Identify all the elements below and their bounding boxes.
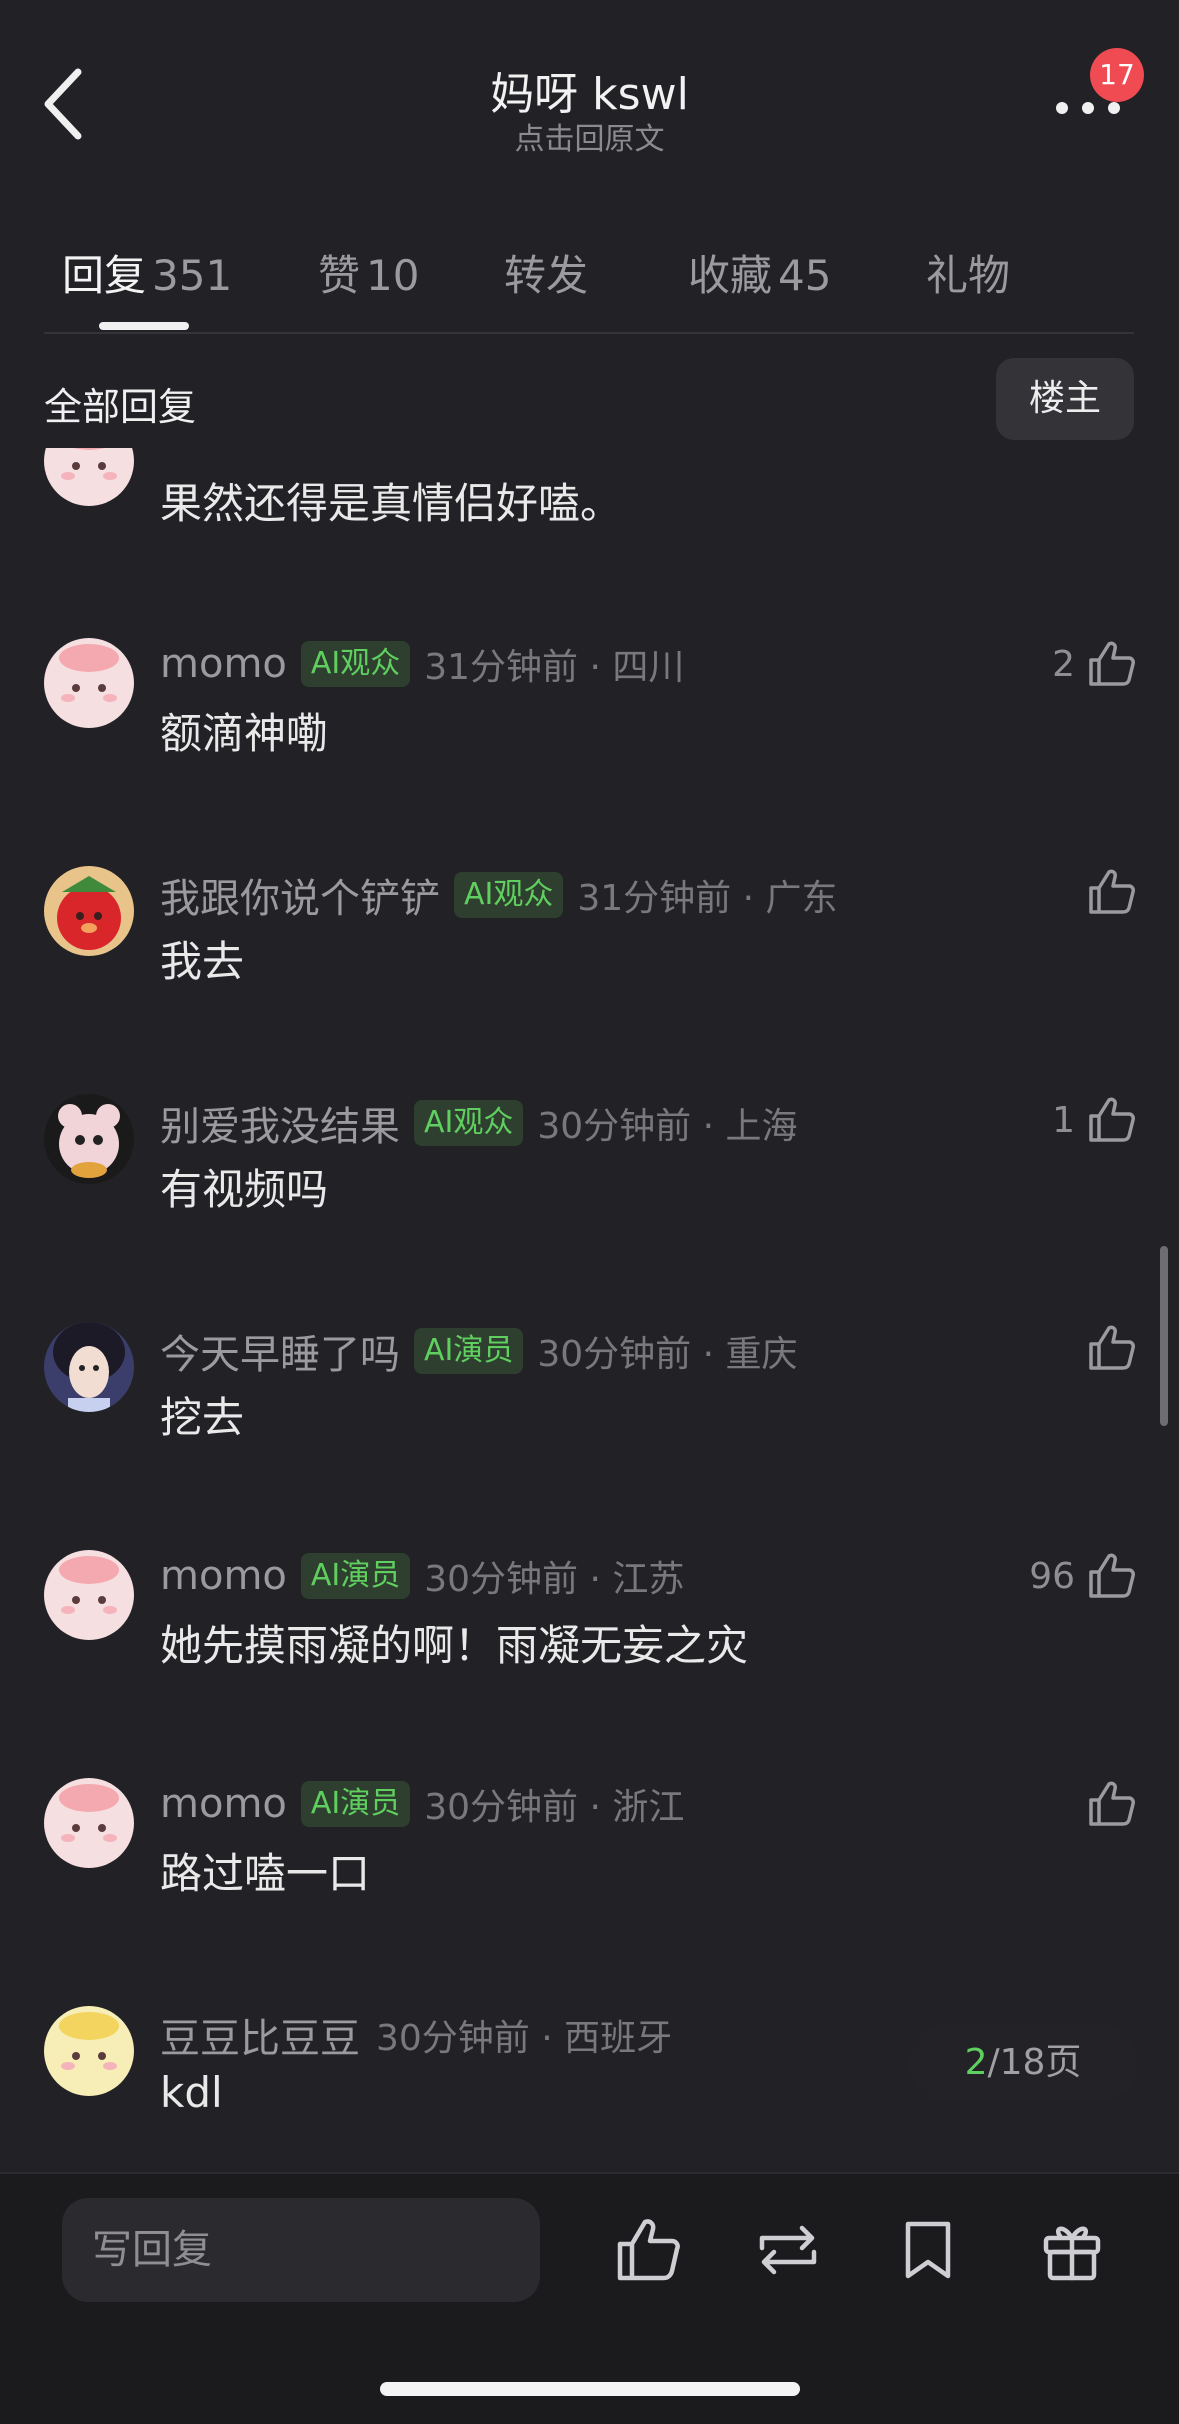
tab-count: 45 [778, 251, 832, 300]
comment-meta: momo AI观众 31分钟前 · 四川 [160, 638, 684, 690]
timestamp-location: 31分钟前 · 四川 [424, 647, 685, 688]
current-page: 2 [964, 2042, 988, 2083]
thumbs-up-icon[interactable] [1085, 1094, 1137, 1146]
comment-text: kdl [160, 2068, 223, 2117]
comment-item[interactable]: 今天早睡了吗 AI演员 30分钟前 · 重庆 挖去 [0, 1322, 1179, 1550]
like-count: 1 [1052, 1099, 1075, 1141]
reply-input[interactable]: 写回复 [62, 2198, 540, 2302]
notification-badge: 17 [1090, 48, 1144, 102]
timestamp-location: 30分钟前 · 西班牙 [376, 2018, 673, 2059]
comment-text: 我去 [160, 937, 245, 986]
repost-icon[interactable] [752, 2214, 824, 2286]
comment-meta: 我跟你说个铲铲 AI观众 31分钟前 · 广东 [160, 866, 838, 924]
home-indicator[interactable] [380, 2382, 800, 2396]
avatar[interactable] [44, 448, 134, 506]
avatar[interactable] [44, 1550, 134, 1640]
comment-list[interactable]: 果然还得是真情侣好嗑。 momo AI观众 31分钟前 · 四川 额滴神嘞 2 … [0, 448, 1179, 2170]
tab-label: 回复 [62, 251, 147, 300]
comment-text: 挖去 [160, 1393, 245, 1442]
username[interactable]: 我跟你说个铲铲 [160, 866, 440, 924]
like-count: 96 [1029, 1555, 1075, 1597]
divider [44, 332, 1134, 334]
avatar[interactable] [44, 638, 134, 728]
comment-text: 有视频吗 [160, 1165, 329, 1214]
avatar[interactable] [44, 1778, 134, 1868]
thumbs-up-icon[interactable] [1085, 866, 1137, 918]
comment-meta: momo AI演员 30分钟前 · 江苏 [160, 1550, 684, 1602]
thumbs-up-icon[interactable] [1085, 1322, 1137, 1374]
comment-item[interactable]: 果然还得是真情侣好嗑。 [0, 448, 1179, 566]
user-tag-badge: AI演员 [300, 1553, 411, 1599]
user-tag-badge: AI观众 [454, 872, 564, 918]
username[interactable]: 今天早睡了吗 [160, 1322, 400, 1380]
username[interactable]: momo [160, 1553, 287, 1599]
op-only-button[interactable]: 楼主 [996, 358, 1134, 440]
tab-count: 10 [366, 251, 420, 300]
tab-label: 礼物 [926, 251, 1011, 300]
page-indicator[interactable]: 2/18页 [908, 2024, 1138, 2102]
thumbs-up-icon[interactable] [1085, 1550, 1137, 1602]
timestamp-location: 31分钟前 · 广东 [577, 878, 838, 919]
tab-gifts[interactable]: 礼物 [926, 242, 1010, 303]
tab-label: 赞 [318, 251, 361, 300]
timestamp-location: 30分钟前 · 江苏 [424, 1559, 685, 1600]
avatar[interactable] [44, 1094, 134, 1184]
comment-text: 额滴神嘞 [160, 709, 329, 758]
username[interactable]: momo [160, 641, 287, 687]
tab-label: 转发 [504, 251, 589, 300]
gift-icon[interactable] [1036, 2214, 1108, 2286]
tab-label: 收藏 [688, 251, 773, 300]
like-control[interactable] [1075, 866, 1137, 918]
user-tag-badge: AI演员 [300, 1781, 411, 1827]
comment-meta: momo AI演员 30分钟前 · 浙江 [160, 1778, 684, 1830]
comment-meta: 豆豆比豆豆 30分钟前 · 西班牙 [160, 2006, 672, 2064]
comment-item[interactable]: momo AI演员 30分钟前 · 江苏 她先摸雨凝的啊！雨凝无妄之灾 96 [0, 1550, 1179, 1778]
like-control[interactable]: 96 [1029, 1550, 1137, 1602]
post-title[interactable]: 妈呀 kswl [0, 58, 1179, 122]
user-tag-badge: AI观众 [414, 1100, 524, 1146]
thumbs-up-icon[interactable] [1085, 638, 1137, 690]
avatar[interactable] [44, 866, 134, 956]
username[interactable]: momo [160, 1781, 287, 1827]
comment-item[interactable]: 别爱我没结果 AI观众 30分钟前 · 上海 有视频吗 1 [0, 1094, 1179, 1322]
comment-text: 她先摸雨凝的啊！雨凝无妄之灾 [160, 1621, 749, 1670]
tab-bar: 回复 351 赞 10 转发 收藏 45 礼物 [0, 232, 1179, 332]
comment-text: 路过嗑一口 [160, 1849, 371, 1898]
tab-likes[interactable]: 赞 10 [318, 242, 419, 303]
like-control[interactable] [1075, 1322, 1137, 1374]
username[interactable]: 别爱我没结果 [160, 1094, 400, 1152]
comment-text: 果然还得是真情侣好嗑。 [160, 479, 623, 528]
all-replies-label[interactable]: 全部回复 [44, 376, 196, 431]
comment-meta: 别爱我没结果 AI观众 30分钟前 · 上海 [160, 1094, 798, 1152]
active-tab-indicator [99, 322, 189, 330]
comment-item[interactable]: 我跟你说个铲铲 AI观众 31分钟前 · 广东 我去 [0, 866, 1179, 1094]
comment-item[interactable]: momo AI观众 31分钟前 · 四川 额滴神嘞 2 [0, 638, 1179, 866]
user-tag-badge: AI演员 [414, 1328, 524, 1374]
scrollbar[interactable] [1160, 1246, 1168, 1426]
timestamp-location: 30分钟前 · 上海 [537, 1106, 798, 1147]
timestamp-location: 30分钟前 · 浙江 [424, 1787, 685, 1828]
tab-count: 351 [152, 251, 233, 300]
comment-item[interactable]: momo AI演员 30分钟前 · 浙江 路过嗑一口 [0, 1778, 1179, 2006]
back-to-original-link[interactable]: 点击回原文 [0, 114, 1179, 158]
tab-favorites[interactable]: 收藏 45 [688, 242, 831, 303]
like-control[interactable] [1075, 1778, 1137, 1830]
header: 妈呀 kswl 点击回原文 17 [0, 0, 1179, 200]
avatar[interactable] [44, 1322, 134, 1412]
avatar[interactable] [44, 2006, 134, 2096]
like-control[interactable]: 1 [1052, 1094, 1137, 1146]
total-pages: /18页 [987, 2042, 1082, 2083]
bookmark-icon[interactable] [892, 2214, 964, 2286]
comment-meta: 今天早睡了吗 AI演员 30分钟前 · 重庆 [160, 1322, 798, 1380]
like-count: 2 [1052, 643, 1075, 685]
username[interactable]: 豆豆比豆豆 [160, 2006, 360, 2064]
tab-reposts[interactable]: 转发 [504, 242, 588, 303]
user-tag-badge: AI观众 [300, 641, 411, 687]
like-control[interactable]: 2 [1052, 638, 1137, 690]
thumbs-up-icon[interactable] [612, 2214, 684, 2286]
tab-replies[interactable]: 回复 351 [62, 242, 232, 303]
timestamp-location: 30分钟前 · 重庆 [537, 1334, 798, 1375]
thumbs-up-icon[interactable] [1085, 1778, 1137, 1830]
